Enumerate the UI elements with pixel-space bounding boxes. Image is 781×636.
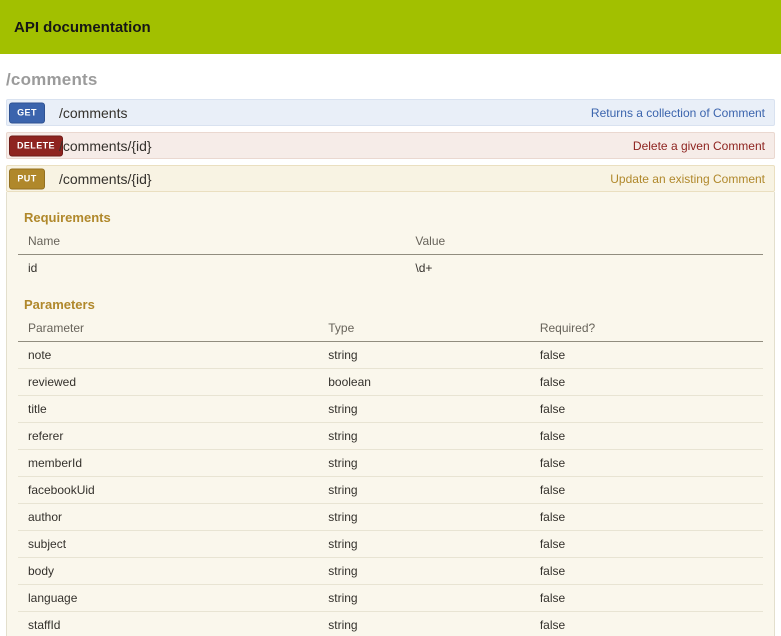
- table-row: subjectstringfalse: [18, 531, 763, 558]
- page-title: API documentation: [14, 19, 151, 36]
- column-header: Name: [18, 228, 405, 255]
- table-cell: string: [318, 612, 530, 636]
- endpoint-row-get-comments[interactable]: GET /comments Returns a collection of Co…: [6, 99, 775, 126]
- http-method-badge: GET: [9, 102, 45, 123]
- endpoint-path: /comments: [59, 105, 127, 121]
- table-cell: body: [18, 558, 318, 585]
- table-cell: subject: [18, 531, 318, 558]
- table-row: id\d+: [18, 255, 763, 282]
- table-row: facebookUidstringfalse: [18, 477, 763, 504]
- parameters-table: ParameterTypeRequired?notestringfalserev…: [18, 315, 763, 636]
- table-cell: string: [318, 342, 530, 369]
- table-cell: boolean: [318, 369, 530, 396]
- table-row: authorstringfalse: [18, 504, 763, 531]
- table-cell: string: [318, 423, 530, 450]
- table-cell: facebookUid: [18, 477, 318, 504]
- table-cell: false: [530, 504, 763, 531]
- http-method-badge: PUT: [9, 168, 45, 189]
- table-cell: false: [530, 531, 763, 558]
- table-cell: false: [530, 423, 763, 450]
- table-row: bodystringfalse: [18, 558, 763, 585]
- table-cell: false: [530, 612, 763, 636]
- table-cell: note: [18, 342, 318, 369]
- table-cell: string: [318, 531, 530, 558]
- endpoint-description: Delete a given Comment: [633, 139, 765, 153]
- endpoint-details-panel: Requirements NameValueid\d+ Parameters P…: [6, 192, 775, 636]
- table-row: refererstringfalse: [18, 423, 763, 450]
- column-header: Type: [318, 315, 530, 342]
- requirements-table: NameValueid\d+: [18, 228, 763, 281]
- table-row: languagestringfalse: [18, 585, 763, 612]
- table-cell: string: [318, 477, 530, 504]
- table-cell: false: [530, 342, 763, 369]
- table-row: memberIdstringfalse: [18, 450, 763, 477]
- endpoint-description: Returns a collection of Comment: [591, 106, 765, 120]
- table-row: reviewedbooleanfalse: [18, 369, 763, 396]
- column-header: Parameter: [18, 315, 318, 342]
- table-cell: id: [18, 255, 405, 282]
- endpoint-description: Update an existing Comment: [610, 172, 765, 186]
- table-cell: string: [318, 450, 530, 477]
- requirements-heading: Requirements: [24, 210, 763, 225]
- table-cell: false: [530, 477, 763, 504]
- table-cell: false: [530, 585, 763, 612]
- table-cell: staffId: [18, 612, 318, 636]
- table-row: staffIdstringfalse: [18, 612, 763, 636]
- table-cell: \d+: [405, 255, 763, 282]
- resource-section-title: /comments: [6, 70, 775, 90]
- table-header-row: NameValue: [18, 228, 763, 255]
- parameters-heading: Parameters: [24, 297, 763, 312]
- table-cell: false: [530, 396, 763, 423]
- app-header: API documentation: [0, 0, 781, 54]
- http-method-badge: DELETE: [9, 135, 63, 156]
- table-cell: false: [530, 369, 763, 396]
- table-cell: string: [318, 504, 530, 531]
- table-cell: author: [18, 504, 318, 531]
- table-cell: string: [318, 558, 530, 585]
- table-cell: referer: [18, 423, 318, 450]
- endpoint-row-put-comment[interactable]: PUT /comments/{id} Update an existing Co…: [6, 165, 775, 192]
- endpoint-path: /comments/{id}: [59, 171, 152, 187]
- table-cell: memberId: [18, 450, 318, 477]
- column-header: Value: [405, 228, 763, 255]
- table-header-row: ParameterTypeRequired?: [18, 315, 763, 342]
- table-row: notestringfalse: [18, 342, 763, 369]
- table-cell: language: [18, 585, 318, 612]
- table-row: titlestringfalse: [18, 396, 763, 423]
- table-cell: reviewed: [18, 369, 318, 396]
- table-cell: string: [318, 396, 530, 423]
- table-cell: false: [530, 450, 763, 477]
- table-cell: false: [530, 558, 763, 585]
- endpoint-row-delete-comment[interactable]: DELETE /comments/{id} Delete a given Com…: [6, 132, 775, 159]
- column-header: Required?: [530, 315, 763, 342]
- table-cell: string: [318, 585, 530, 612]
- table-cell: title: [18, 396, 318, 423]
- main-content: /comments GET /comments Returns a collec…: [0, 70, 781, 636]
- endpoint-path: /comments/{id}: [59, 138, 152, 154]
